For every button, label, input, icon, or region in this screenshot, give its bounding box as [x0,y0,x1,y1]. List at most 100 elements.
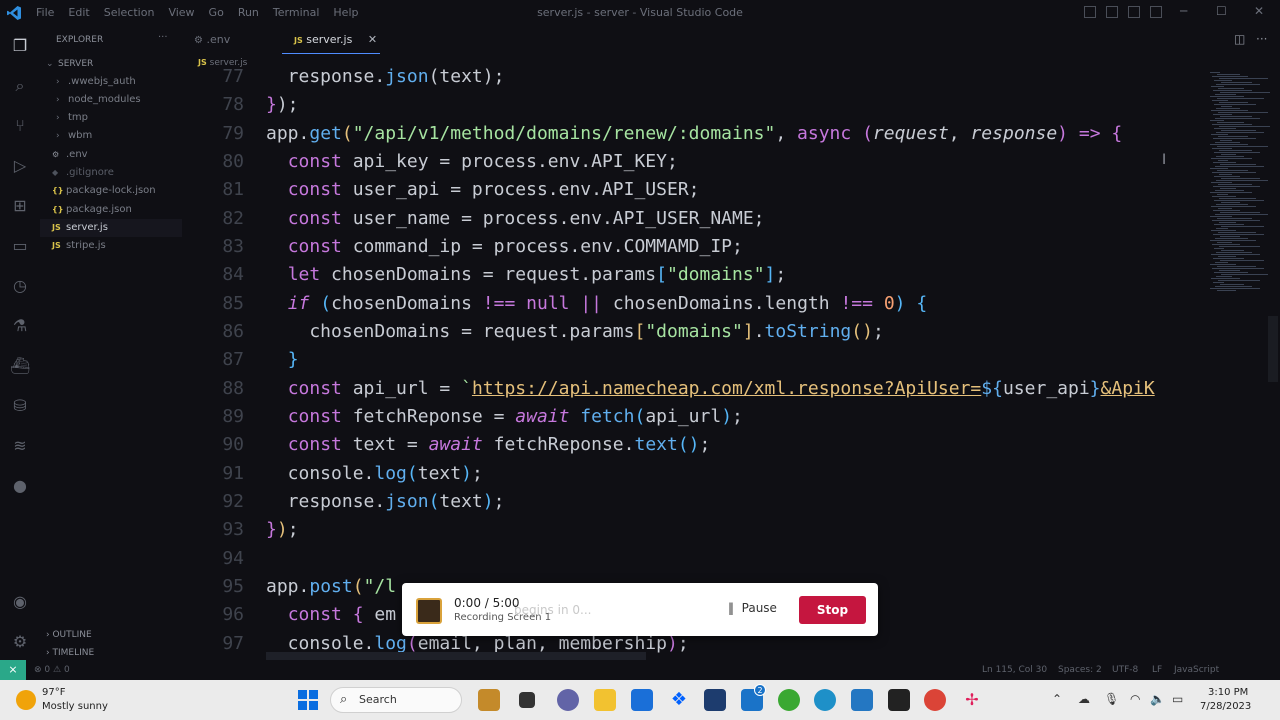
microphone-icon[interactable]: 🎙 [1104,692,1119,706]
more-actions-icon[interactable]: ··· [1256,32,1267,46]
toggle-secondary-sidebar-icon[interactable] [1128,6,1140,18]
chevron-up-icon[interactable]: ⌃ [1052,692,1062,706]
tree-item-env[interactable]: ⚙ .env [52,146,88,164]
source-control-icon[interactable]: ⑂ [10,116,30,136]
remote-explorer-icon[interactable]: ▭ [10,236,30,256]
customize-layout-icon[interactable] [1150,6,1162,18]
edge-icon[interactable] [814,689,836,711]
minimize-button[interactable]: ─ [1180,4,1187,18]
toggle-panel-icon[interactable] [1106,6,1118,18]
tree-item-node-modules[interactable]: › node_modules [56,91,141,109]
weather-temp[interactable]: 97°F [42,687,65,698]
task-view-icon[interactable] [519,692,535,708]
explorer-sidebar: EXPLORER ··· ⌄ SERVER › .wwebjs_auth › node… [40,26,182,660]
sun-icon[interactable] [16,690,36,710]
close-tab-icon[interactable]: ✕ [368,33,377,46]
horizontal-scrollbar[interactable] [266,652,646,660]
run-debug-icon[interactable]: ▷ [10,156,30,176]
minimap-line [1219,150,1252,151]
mail-badge: 2 [754,684,766,696]
tree-root[interactable]: ⌄ SERVER [46,55,93,73]
cursor-position[interactable]: Ln 115, Col 30 [982,665,1047,675]
split-editor-icon[interactable]: ◫ [1234,32,1245,46]
code-line: response.json(text); [266,66,505,87]
minimap-line [1216,228,1228,229]
extensions-icon[interactable]: ⊞ [10,196,30,216]
database-icon[interactable]: ⛁ [10,396,30,416]
pause-button[interactable]: ‖ Pause [728,601,777,615]
clock-time[interactable]: 3:10 PM [1208,687,1248,698]
widgets-app-icon[interactable] [478,689,500,711]
minimap-line [1212,100,1228,101]
indentation[interactable]: Spaces: 2 [1058,665,1102,675]
volume-icon[interactable]: 🔈 [1150,692,1165,706]
accounts-icon[interactable]: ◉ [10,592,30,612]
clock-date[interactable]: 7/28/2023 [1200,701,1251,712]
minimap-line [1211,254,1260,255]
battery-icon[interactable]: ▭ [1172,692,1183,706]
language-mode[interactable]: JavaScript [1174,665,1219,675]
settings-gear-icon[interactable]: ⚙ [10,632,30,652]
tree-item-package-lock[interactable]: {} package-lock.json [52,182,156,200]
close-window-button[interactable]: ✕ [1254,4,1264,18]
dropbox-icon[interactable]: ❖ [668,689,690,711]
weather-desc[interactable]: Mostly sunny [42,701,108,712]
timeline-section[interactable]: › TIMELINE [46,648,94,658]
problems-indicator[interactable]: ⊗ 0 ⚠ 0 [34,665,70,675]
error-icon: ⊗ [34,665,42,675]
code-editor[interactable]: 77 78 79 80 81 82 83 84 85 86 87 88 89 9… [182,54,1208,660]
outline-section[interactable]: › OUTLINE [46,630,92,640]
store-icon[interactable] [631,689,653,711]
minimap-line [1213,90,1252,91]
search-icon[interactable]: ⌕ [10,76,30,96]
taskbar-search[interactable]: ⌕ Search [330,687,462,713]
tree-item-gitignore[interactable]: ◆ .gitignore [52,164,114,182]
json-extension-icon[interactable]: ● [10,476,30,496]
onedrive-icon[interactable]: ☁ [1078,692,1090,706]
terminal-icon[interactable] [888,689,910,711]
search-icon: ⌕ [340,692,348,707]
tree-item-wwebjs-auth[interactable]: › .wwebjs_auth [56,73,136,91]
file-explorer-icon[interactable] [594,689,616,711]
toggle-primary-sidebar-icon[interactable] [1084,6,1096,18]
breadcrumb[interactable]: JS server.js [198,58,247,68]
start-button[interactable] [298,690,318,710]
messenger-app-icon[interactable] [778,689,800,711]
tab-env[interactable]: ⚙ .env [182,26,272,54]
docker-icon[interactable]: ⛴ [10,356,30,376]
encoding[interactable]: UTF-8 [1112,665,1138,675]
vscode-taskbar-icon[interactable] [851,689,873,711]
maximize-button[interactable]: ☐ [1216,4,1227,18]
code-line: console.log(email, plan, membership); [266,633,689,654]
tree-item-package-json[interactable]: {} package.json [52,201,132,219]
testing-icon[interactable]: ⚗ [10,316,30,336]
stop-button[interactable]: Stop [799,596,866,624]
slack-icon[interactable]: ✢ [961,689,983,711]
minimap-line [1215,214,1268,215]
more-actions-icon[interactable]: ··· [158,32,168,43]
remote-indicator-icon[interactable]: ⨯ [0,660,26,680]
tree-item-wbm[interactable]: › wbm [56,127,92,145]
tree-item-server-js[interactable]: JS server.js [40,219,182,237]
layers-icon[interactable]: ≋ [10,436,30,456]
line-number: 79 [222,123,244,144]
tab-server-js[interactable]: JS server.js ✕ [282,26,380,54]
teams-chat-icon[interactable] [557,689,579,711]
tree-item-tmp[interactable]: › tmp [56,109,88,127]
line-ending[interactable]: LF [1152,665,1162,675]
explorer-icon[interactable]: ❐ [10,36,30,56]
timeline-icon[interactable]: ◷ [10,276,30,296]
scrollbar-thumb[interactable] [1268,316,1278,382]
line-number: 92 [222,491,244,512]
minimap[interactable] [1208,54,1272,660]
chrome-icon[interactable] [924,689,946,711]
mail-icon[interactable]: 2 [741,684,766,711]
tree-item-stripe-js[interactable]: JS stripe.js [52,237,106,255]
visual-studio-icon[interactable] [704,689,726,711]
line-number: 93 [222,519,244,540]
minimap-line [1221,130,1256,131]
minimap-line [1212,220,1260,221]
wifi-icon[interactable]: ◠ [1130,692,1140,706]
minimap-line [1210,192,1252,193]
minimap-line [1217,170,1248,171]
